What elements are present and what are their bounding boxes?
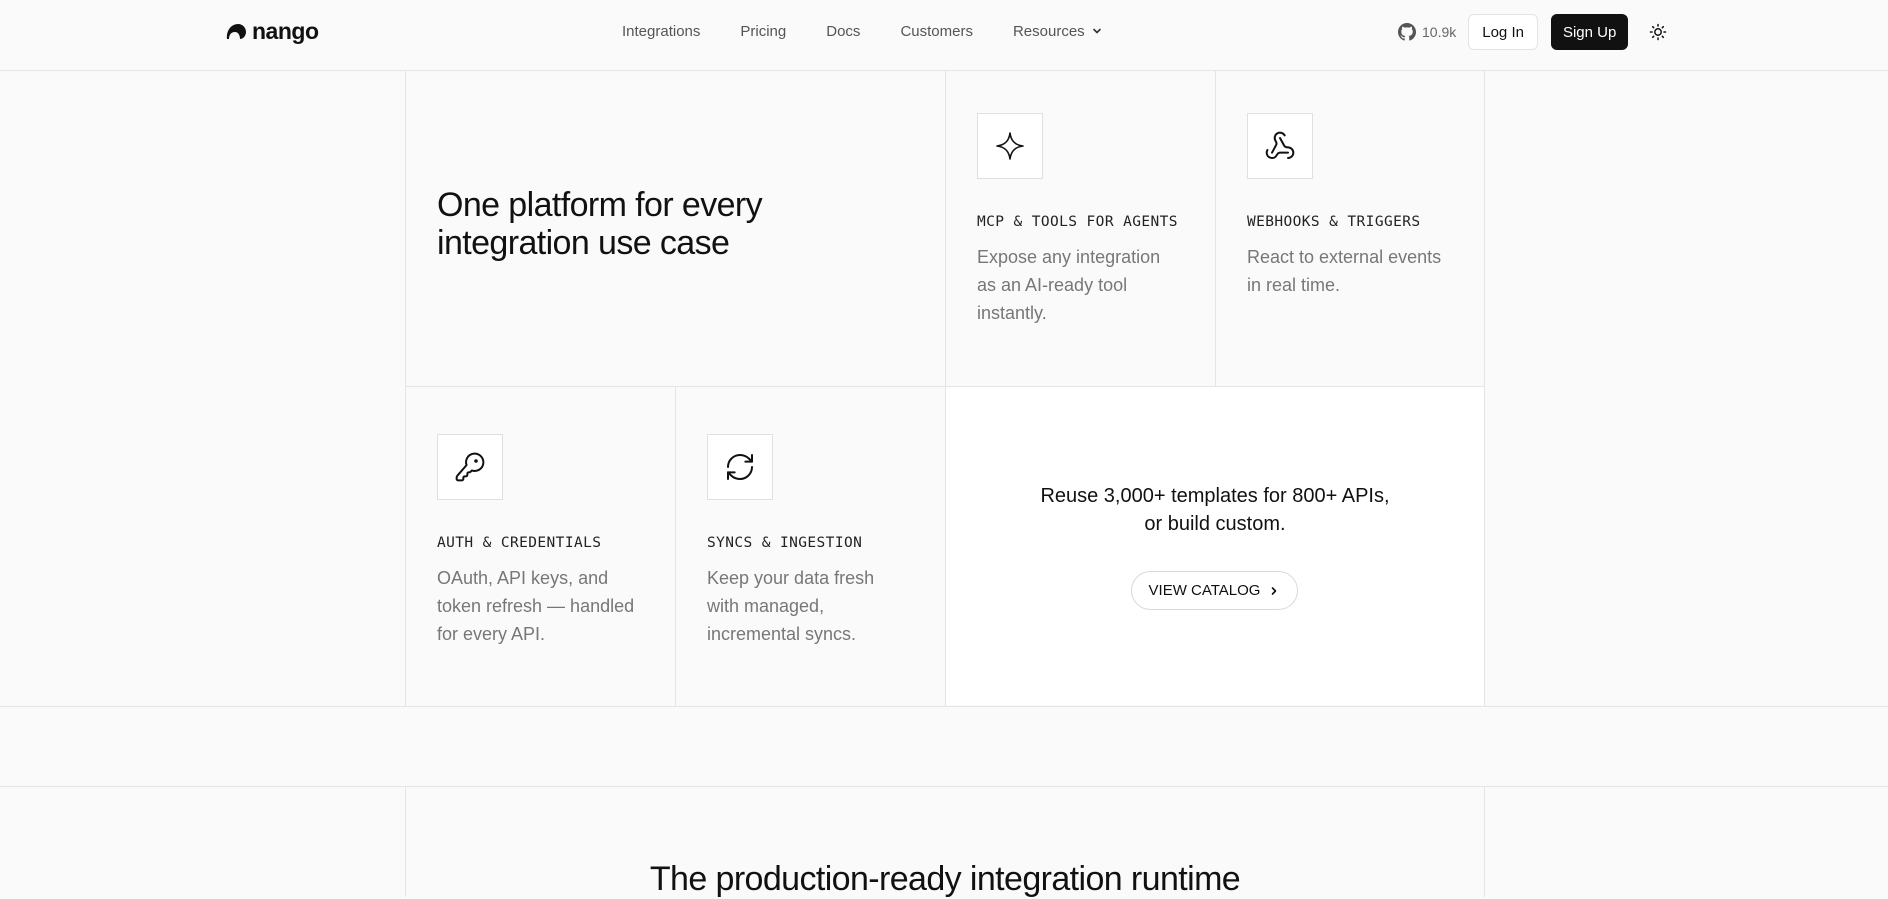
card-title-mcp: MCP & TOOLS FOR AGENTS (977, 214, 1178, 230)
card-desc-mcp: Expose any integration as an AI-ready to… (977, 247, 1161, 323)
card-title-auth: AUTH & CREDENTIALS (437, 535, 602, 551)
view-catalog-label: VIEW CATALOG (1148, 582, 1261, 599)
github-icon (1398, 23, 1416, 41)
signup-button[interactable]: Sign Up (1550, 14, 1629, 50)
catalog-panel (946, 387, 1484, 705)
nav-actions: 10.9k Log In Sign Up (1398, 14, 1668, 50)
nav-link-pricing[interactable]: Pricing (740, 23, 786, 40)
nav-link-docs[interactable]: Docs (826, 23, 860, 40)
grid-divider (0, 706, 1888, 707)
theme-toggle-button[interactable] (1648, 22, 1668, 42)
catalog-line-1: Reuse 3,000+ templates for 800+ APIs, (1040, 485, 1390, 507)
sun-icon (1650, 23, 1667, 41)
card-title-webhooks: WEBHOOKS & TRIGGERS (1247, 214, 1421, 230)
catalog-line-2: or build custom. (1144, 513, 1286, 535)
nav-link-customers[interactable]: Customers (900, 23, 973, 40)
grid-divider (1484, 71, 1485, 706)
brand-logo[interactable]: nango (224, 18, 319, 45)
card-desc-syncs: Keep your data fresh with managed, incre… (707, 568, 875, 644)
login-button[interactable]: Log In (1468, 14, 1538, 50)
card-icon-box (707, 434, 773, 500)
chevron-down-icon (1092, 28, 1101, 34)
grid-divider (405, 71, 406, 706)
nav-link-integrations[interactable]: Integrations (622, 23, 700, 40)
webhook-icon (1265, 131, 1295, 159)
sparkle-icon (996, 132, 1024, 160)
key-icon (455, 452, 485, 482)
section-headline: One platform for every integration use c… (437, 186, 763, 262)
github-stars-count: 10.9k (1422, 24, 1457, 40)
github-stars-link[interactable]: 10.9k (1398, 23, 1456, 41)
refresh-icon (727, 454, 753, 480)
card-desc-webhooks: React to external events in real time. (1247, 247, 1442, 295)
chevron-right-icon (1272, 586, 1277, 595)
grid-divider (0, 786, 1888, 787)
card-icon-box (437, 434, 503, 500)
grid-divider (1215, 71, 1216, 386)
view-catalog-button[interactable]: VIEW CATALOG (1131, 571, 1298, 610)
nav-link-resources-label: Resources (1012, 22, 1085, 40)
nav-link-resources[interactable]: Resources (1013, 23, 1103, 40)
brand-name: nango (252, 18, 319, 44)
section-heading-runtime: The production-ready integration runtime (649, 860, 1241, 898)
top-navbar: nango Integrations Pricing Docs Customer… (0, 0, 1888, 71)
card-icon-box (977, 113, 1043, 179)
grid-divider (675, 386, 676, 706)
nango-logo-icon (226, 23, 246, 39)
main-nav: Integrations Pricing Docs Customers Reso… (622, 0, 1143, 62)
card-title-syncs: SYNCS & INGESTION (707, 535, 863, 551)
catalog-text: Reuse 3,000+ templates for 800+ APIs, or… (946, 482, 1484, 538)
card-desc-auth: OAuth, API keys, and token refresh — han… (437, 568, 635, 644)
card-icon-box (1247, 113, 1313, 179)
